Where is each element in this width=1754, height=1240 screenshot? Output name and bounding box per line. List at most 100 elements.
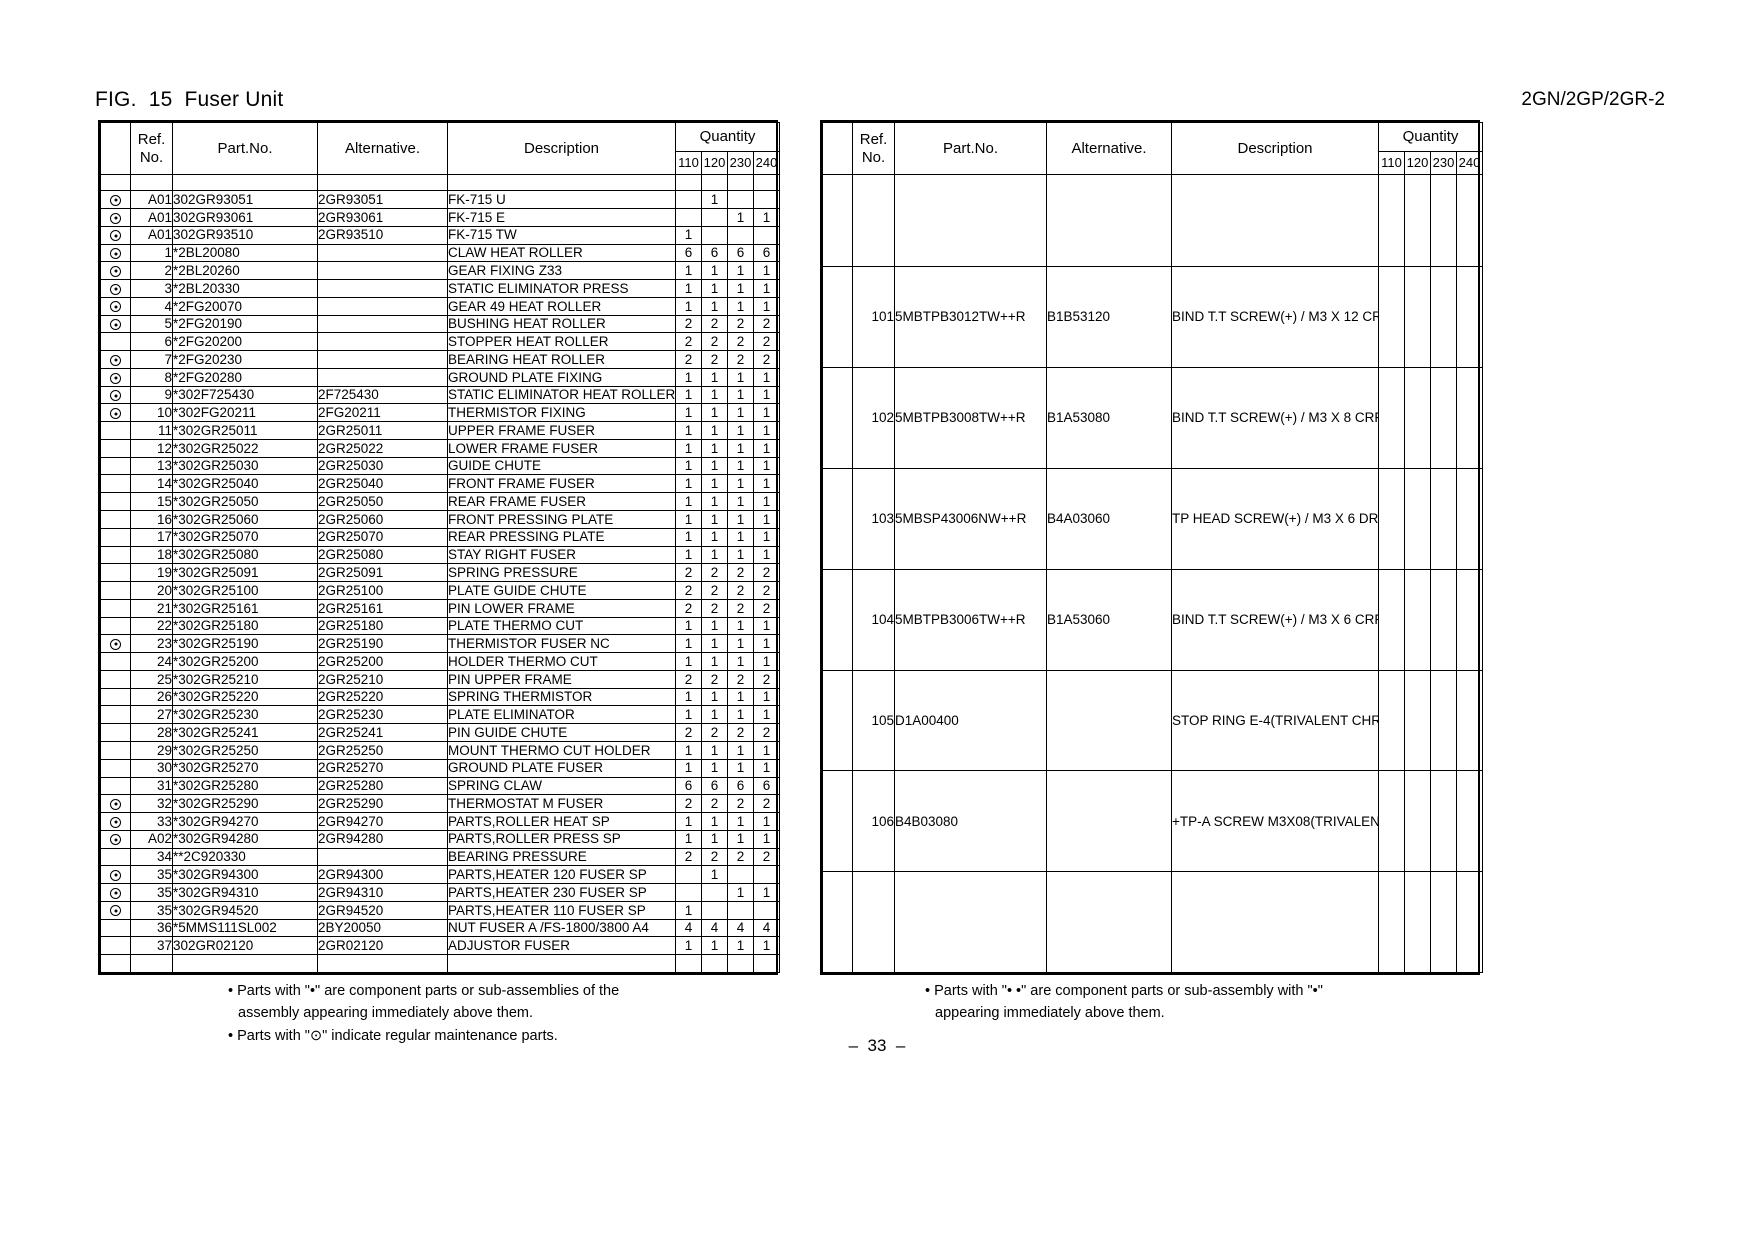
table-row[interactable]: 102 5MBTPB3008TW++R B1A53080 BIND T.T SCREW… <box>822 367 1483 469</box>
table-row[interactable]: 101 5MBTPB3012TW++R B1B53120 BIND T.T SCREW… <box>822 266 1483 369</box>
table-row[interactable]: 35 *302GR94520 2GR94520 PARTS,HEATER 110 FU… <box>100 900 780 920</box>
table-row[interactable]: 21 *302GR25161 2GR25161 PIN LOWER FRAME 2 2 2 2 <box>100 598 780 618</box>
qty-240-cell <box>1456 770 1483 873</box>
part-no-cell: *2FG20230 <box>172 350 318 369</box>
table-row[interactable]: 14 *302GR25040 2GR25040 FRONT FRAME FUSER 1 1… <box>100 474 780 494</box>
table-row[interactable]: 33 *302GR94270 2GR94270 PARTS,ROLLER HEAT S… <box>100 812 780 831</box>
table-row[interactable]: 24 *302GR25200 2GR25200 HOLDER THERMO CUT 1 1… <box>100 652 780 671</box>
table-row[interactable]: 22 *302GR25180 2GR25180 PLATE THERMO CUT 1 1 1… <box>100 616 780 636</box>
qty-120-cell <box>1404 770 1431 873</box>
qty-230-cell: 6 <box>727 776 754 796</box>
qty-230-cell: 1 <box>727 385 754 405</box>
qty-120-cell: 1 <box>701 474 728 494</box>
table-row[interactable]: 31 *302GR25280 2GR25280 SPRING CLAW 6 6 6 6 <box>100 776 780 796</box>
qty-240-cell: 1 <box>753 527 780 547</box>
qty-120-cell: 2 <box>701 314 728 334</box>
qty-110-cell <box>675 865 702 885</box>
description-cell: PARTS,HEATER 110 FUSER SP <box>447 900 676 920</box>
table-row[interactable]: 7 *2FG20230 BEARING HEAT ROLLER 2 2 2 2 <box>100 350 780 369</box>
part-no-cell: *302GR94280 <box>172 829 318 849</box>
qty-230-cell: 1 <box>727 634 754 654</box>
qty-240-cell: 1 <box>753 403 780 423</box>
alternative-cell: B1A53060 <box>1046 568 1172 671</box>
table-row[interactable]: 26 *302GR25220 2GR25220 SPRING THERMISTOR 1 1… <box>100 687 780 707</box>
maintenance-part-marker <box>100 403 131 423</box>
alternative-cell: 2GR25190 <box>317 634 448 654</box>
description-cell: THERMISTOR FUSER NC <box>447 634 676 654</box>
qty-110-cell: 1 <box>675 687 702 707</box>
table-row[interactable]: 27 *302GR25230 2GR25230 PLATE ELIMINATOR 1 1 1… <box>100 705 780 725</box>
maintenance-part-marker <box>822 367 853 469</box>
table-row[interactable]: A01 302GR93061 2GR93061 FK-715 E 11 <box>100 208 780 227</box>
table-row[interactable]: 105D1A00400 STOP RING E-4(TRIVALENT CHROM… <box>822 669 1483 772</box>
maintenance-part-marker <box>100 367 131 387</box>
description-cell: BIND T.T SCREW(+) / M3 X 6 CRFREE S-T <box>1171 568 1379 671</box>
table-row[interactable]: 35 *302GR94300 2GR94300 PARTS,HEATER 120 FU… <box>100 865 780 885</box>
table-row[interactable]: 15 *302GR25050 2GR25050 REAR FRAME FUSER 1 1 1… <box>100 492 780 512</box>
table-row[interactable]: A01 302GR93510 2GR93510 FK-715 TW 1 <box>100 225 780 245</box>
table-row[interactable]: 17 *302GR25070 2GR25070 REAR PRESSING PLATE… <box>100 527 780 547</box>
qty-110-cell: 1 <box>675 652 702 671</box>
table-row[interactable]: 103 5MBSP43006NW++R B4A03060 TP HEAD SCREW(… <box>822 467 1483 570</box>
qty-230-cell: 1 <box>727 279 754 298</box>
ref-no-cell: 13 <box>130 456 173 476</box>
alternative-cell: 2GR25241 <box>317 723 448 742</box>
table-row[interactable]: 104 5MBTPB3006TW++R B1A53060 BIND T.T SCREW… <box>822 568 1483 671</box>
table-row[interactable]: 16 *302GR25060 2GR25060 FRONT PRESSING PLAT… <box>100 510 780 529</box>
table-row[interactable]: 8 *2FG20280 GROUND PLATE FIXING 1 1 1 1 <box>100 367 780 387</box>
table-row[interactable]: 10 *302FG20211 2FG20211 THERMISTOR FIXING 1 1… <box>100 403 780 423</box>
alternative-cell: 2GR25200 <box>317 652 448 671</box>
table-row[interactable]: 18 *302GR25080 2GR25080 STAY RIGHT FUSER 1 1 1… <box>100 545 780 565</box>
table-row[interactable]: 5 *2FG20190 BUSHING HEAT ROLLER 2 2 2 2 <box>100 314 780 334</box>
qty-110-cell: 2 <box>675 332 702 352</box>
table-row[interactable]: 34 **2C920330 BEARING PRESSURE 2 2 2 2 <box>100 847 780 867</box>
table-row[interactable]: 6 *2FG20200 STOPPER HEAT ROLLER 2 2 2 2 <box>100 332 780 352</box>
maintenance-part-marker <box>100 296 131 316</box>
table-row[interactable]: 36 *5MMS111SL002 2BY20050 NUT FUSER A /FS-1… <box>100 918 780 938</box>
table-row[interactable]: 28 *302GR25241 2GR25241 PIN GUIDE CHUTE 2 2 2 2 <box>100 723 780 742</box>
table-row[interactable]: 2 *2BL20260 GEAR FIXING Z33 1 1 1 1 <box>100 261 780 281</box>
table-row[interactable]: 106B4B03080 +TP-A SCREW M3X08(TRIVALENT C… <box>822 770 1483 873</box>
table-row[interactable]: 11 *302GR25011 2GR25011 UPPER FRAME FUSER 1 1… <box>100 421 780 440</box>
col-header-ref-no: Ref. No. <box>852 122 895 175</box>
qty-120-cell: 1 <box>701 279 728 298</box>
part-no-cell: *302GR25241 <box>172 723 318 742</box>
table-row[interactable]: 23 *302GR25190 2GR25190 THERMISTOR FUSER NC… <box>100 634 780 654</box>
part-no-cell: *302GR25100 <box>172 581 318 600</box>
table-row[interactable]: 12 *302GR25022 2GR25022 LOWER FRAME FUSER 1 1… <box>100 438 780 458</box>
table-row[interactable]: 19 *302GR25091 2GR25091 SPRING PRESSURE 2 2 2 2 <box>100 563 780 583</box>
qty-240-cell <box>753 225 780 245</box>
qty-110-cell: 1 <box>675 279 702 298</box>
qty-110-cell <box>675 190 702 209</box>
qty-110-cell: 2 <box>675 581 702 600</box>
qty-230-cell <box>1430 770 1457 873</box>
table-row[interactable]: 13 *302GR25030 2GR25030 GUIDE CHUTE 1 1 1 1 <box>100 456 780 476</box>
table-row[interactable]: 32 *302GR25290 2GR25290 THERMOSTAT M FUSER 2… <box>100 794 780 814</box>
qty-230-cell: 2 <box>727 581 754 600</box>
table-row[interactable]: 29 *302GR25250 2GR25250 MOUNT THERMO CUT HO… <box>100 740 780 760</box>
right-footnotes: • Parts with "• •" are component parts o… <box>925 980 1465 1025</box>
qty-230-cell: 2 <box>727 723 754 742</box>
table-row[interactable]: 35 *302GR94310 2GR94310 PARTS,HEATER 230 FU… <box>100 883 780 902</box>
qty-230-cell: 2 <box>727 598 754 618</box>
table-row[interactable]: A01 302GR93051 2GR93051 FK-715 U 1 <box>100 190 780 209</box>
footnote-subassembly-cont: appearing immediately above them. <box>935 1005 1165 1022</box>
table-row[interactable]: 30 *302GR25270 2GR25270 GROUND PLATE FUSER 1… <box>100 758 780 778</box>
table-row[interactable]: 4 *2FG20070 GEAR 49 HEAT ROLLER 1 1 1 1 <box>100 296 780 316</box>
table-row[interactable]: 1 *2BL20080 CLAW HEAT ROLLER 6 6 6 6 <box>100 243 780 263</box>
table-row[interactable]: 25 *302GR25210 2GR25210 PIN UPPER FRAME 2 2 2 2 <box>100 669 780 689</box>
table-row[interactable]: 37 302GR02120 2GR02120 ADJUSTOR FUSER 1 1 1 1 <box>100 936 780 956</box>
footnote-component-parts: • Parts with "•" are component parts or … <box>228 983 620 999</box>
qty-240-cell: 1 <box>753 705 780 725</box>
part-no-cell: **2C920330 <box>172 847 318 867</box>
description-cell: BEARING PRESSURE <box>447 847 676 867</box>
maintenance-part-marker <box>100 794 131 814</box>
part-no-cell: 302GR93061 <box>172 208 318 227</box>
qty-230-cell: 1 <box>727 740 754 760</box>
table-row[interactable]: A02 *302GR94280 2GR94280 PARTS,ROLLER PRESS… <box>100 829 780 849</box>
qty-120-cell <box>1404 669 1431 772</box>
table-row[interactable]: 20 *302GR25100 2GR25100 PLATE GUIDE CHUTE 2 2… <box>100 581 780 600</box>
table-row[interactable]: 3 *2BL20330 STATIC ELIMINATOR PRESS 1 1 1 1 <box>100 279 780 298</box>
table-row[interactable]: 9 *302F725430 2F725430 STATIC ELIMINATOR HE… <box>100 385 780 405</box>
alternative-cell: 2GR93061 <box>317 208 448 227</box>
